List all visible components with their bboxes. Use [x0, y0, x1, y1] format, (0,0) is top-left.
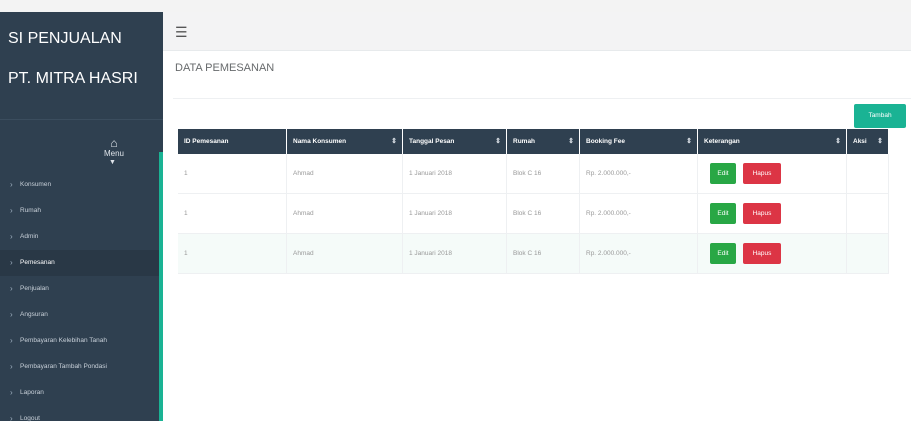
cell-nama: Ahmad: [286, 154, 403, 194]
sidebar: SI PENJUALAN PT. MITRA HASRI ⌂ Menu ▼ Ko…: [0, 12, 163, 432]
column-header-tanggal[interactable]: Tanggal Pesan ⇕: [402, 129, 507, 154]
cell-booking: Rp. 2.000.000,-: [579, 154, 698, 194]
caret-down-icon: ▼: [109, 159, 116, 166]
column-header-id[interactable]: ID Pemesanan: [178, 129, 287, 154]
cell-actions: Edit Hapus: [697, 233, 847, 274]
cell-nama: Ahmad: [286, 193, 403, 234]
sidebar-item-konsumen[interactable]: Konsumen: [0, 172, 159, 198]
hamburger-icon[interactable]: ☰: [175, 24, 188, 41]
cell-actions: Edit Hapus: [697, 154, 847, 194]
cell-tanggal: 1 Januari 2018: [402, 154, 507, 194]
sidebar-item-penjualan[interactable]: Penjualan: [0, 276, 159, 302]
sort-icon: ⇕: [391, 138, 397, 145]
sidebar-item-admin[interactable]: Admin: [0, 224, 159, 250]
orders-table: ID Pemesanan Nama Konsumen ⇕ Tanggal Pesa…: [178, 129, 889, 274]
cell-aksi: [846, 154, 889, 194]
top-navbar: ☰: [163, 12, 911, 51]
company-name: PT. MITRA HASRI: [8, 70, 138, 87]
column-header-keterangan[interactable]: Keterangan ⇕: [697, 129, 847, 154]
sort-icon: ⇕: [568, 138, 574, 145]
add-button[interactable]: Tambah: [854, 104, 906, 128]
column-header-booking[interactable]: Booking Fee ⇕: [579, 129, 698, 154]
cell-actions: Edit Hapus: [697, 193, 847, 234]
cell-id: 1: [178, 193, 287, 234]
cell-id: 1: [178, 233, 287, 274]
sidebar-item-laporan[interactable]: Laporan: [0, 380, 159, 406]
delete-button[interactable]: Hapus: [743, 243, 781, 264]
sidebar-item-pemesanan[interactable]: Pemesanan: [0, 250, 159, 276]
sidebar-item-tambah-pondasi[interactable]: Pembayaran Tambah Pondasi: [0, 354, 159, 380]
main-content: ☰ DATA PEMESANAN Tambah ID Pemesanan Nam…: [163, 12, 911, 422]
edit-button[interactable]: Edit: [710, 163, 736, 184]
cell-tanggal: 1 Januari 2018: [402, 233, 507, 274]
cell-booking: Rp. 2.000.000,-: [579, 233, 698, 274]
sidebar-nav: Konsumen Rumah Admin Pemesanan Penjualan…: [0, 172, 159, 432]
browser-top-strip: [0, 0, 911, 12]
page-title: DATA PEMESANAN: [175, 62, 275, 74]
sort-icon: ⇕: [835, 138, 841, 145]
sidebar-divider: [0, 119, 163, 120]
sort-icon: ⇕: [686, 138, 692, 145]
menu-header[interactable]: ⌂ Menu ▼: [100, 136, 128, 166]
sidebar-item-kelebihan-tanah[interactable]: Pembayaran Kelebihan Tanah: [0, 328, 159, 354]
cell-nama: Ahmad: [286, 233, 403, 274]
cell-rumah: Blok C 16: [506, 193, 580, 234]
cell-aksi: [846, 193, 889, 234]
edit-button[interactable]: Edit: [710, 203, 736, 224]
column-header-aksi[interactable]: Aksi ⇕: [846, 129, 889, 154]
home-icon: ⌂: [110, 136, 118, 150]
delete-button[interactable]: Hapus: [743, 163, 781, 184]
sidebar-item-rumah[interactable]: Rumah: [0, 198, 159, 224]
cell-id: 1: [178, 154, 287, 194]
sort-icon: ⇕: [877, 138, 883, 145]
column-header-nama[interactable]: Nama Konsumen ⇕: [286, 129, 403, 154]
cell-rumah: Blok C 16: [506, 154, 580, 194]
table-row: 1 Ahmad 1 Januari 2018 Blok C 16 Rp. 2.0…: [178, 233, 889, 274]
sort-icon: ⇕: [495, 138, 501, 145]
cell-booking: Rp. 2.000.000,-: [579, 193, 698, 234]
delete-button[interactable]: Hapus: [743, 203, 781, 224]
cell-rumah: Blok C 16: [506, 233, 580, 274]
cell-aksi: [846, 233, 889, 274]
table-header-row: ID Pemesanan Nama Konsumen ⇕ Tanggal Pesa…: [178, 129, 889, 154]
table-row: 1 Ahmad 1 Januari 2018 Blok C 16 Rp. 2.0…: [178, 154, 889, 194]
column-header-rumah[interactable]: Rumah ⇕: [506, 129, 580, 154]
edit-button[interactable]: Edit: [710, 243, 736, 264]
table-row: 1 Ahmad 1 Januari 2018 Blok C 16 Rp. 2.0…: [178, 193, 889, 234]
sidebar-item-angsuran[interactable]: Angsuran: [0, 302, 159, 328]
sidebar-item-logout[interactable]: Logout: [0, 406, 159, 432]
menu-label: Menu: [103, 149, 124, 158]
app-title: SI PENJUALAN: [8, 30, 122, 47]
cell-tanggal: 1 Januari 2018: [402, 193, 507, 234]
